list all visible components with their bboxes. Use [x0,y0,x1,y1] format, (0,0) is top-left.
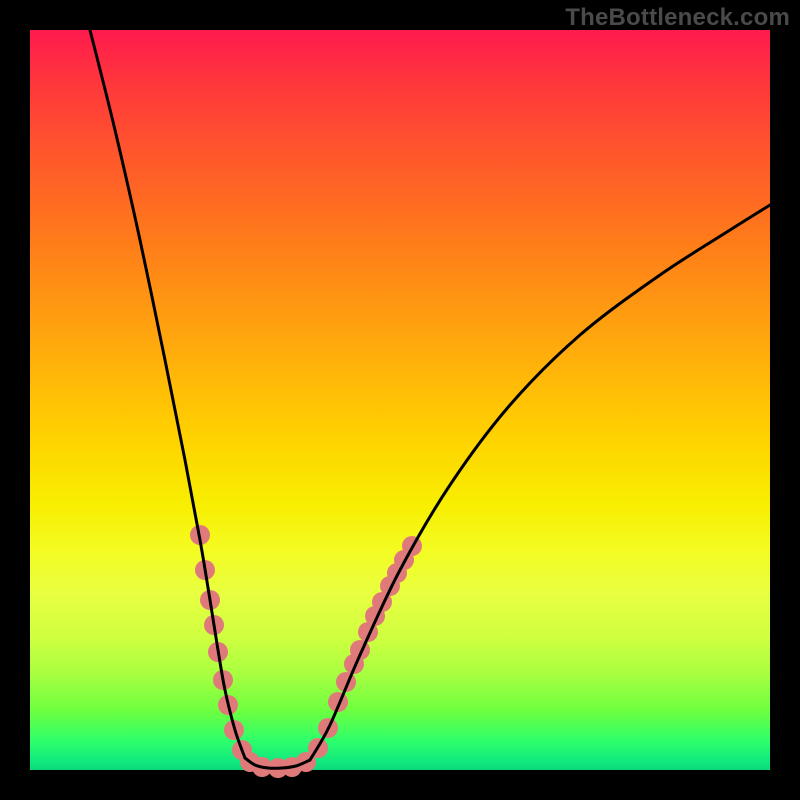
chart-svg [30,30,770,770]
watermark-text: TheBottleneck.com [565,4,790,32]
curve-right [310,205,770,760]
chart-frame: TheBottleneck.com [0,0,800,800]
marker-group [190,525,422,778]
plot-area [30,30,770,770]
